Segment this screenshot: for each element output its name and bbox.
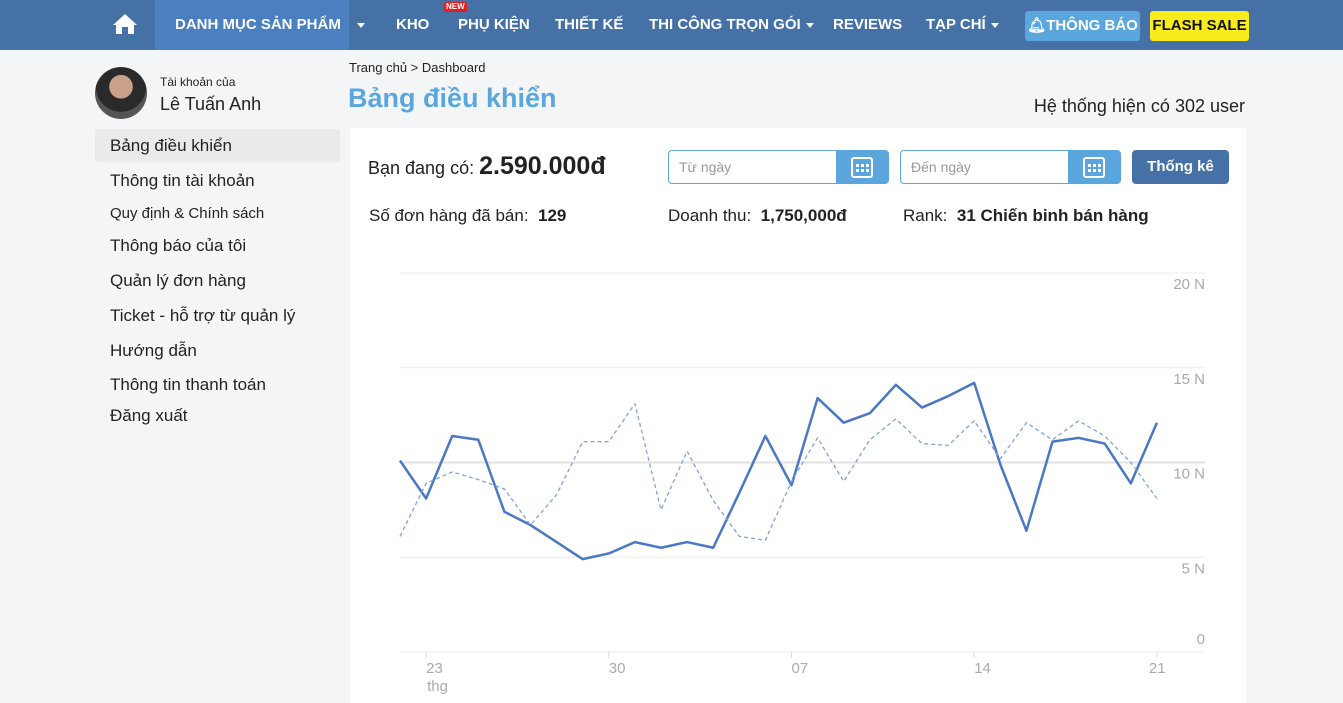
solid-series-line	[398, 381, 1159, 561]
y-tick-label: 5 N	[1182, 560, 1205, 577]
y-tick-label: 15 N	[1173, 371, 1205, 388]
x-sublabel: thg	[427, 678, 448, 695]
y-tick-label: 0	[1197, 631, 1205, 648]
x-tick-label: 14	[974, 660, 991, 677]
x-tick-label: 23	[426, 660, 443, 677]
x-tick-label: 21	[1149, 660, 1166, 677]
y-tick-label: 10 N	[1173, 466, 1205, 483]
x-tick-label: 07	[792, 660, 809, 677]
x-tick-label: 30	[609, 660, 626, 677]
y-tick-label: 20 N	[1173, 276, 1205, 293]
revenue-chart: 0 5 N 10 N 15 N 20 N 23 30 07 14 21 thg	[398, 272, 1205, 695]
